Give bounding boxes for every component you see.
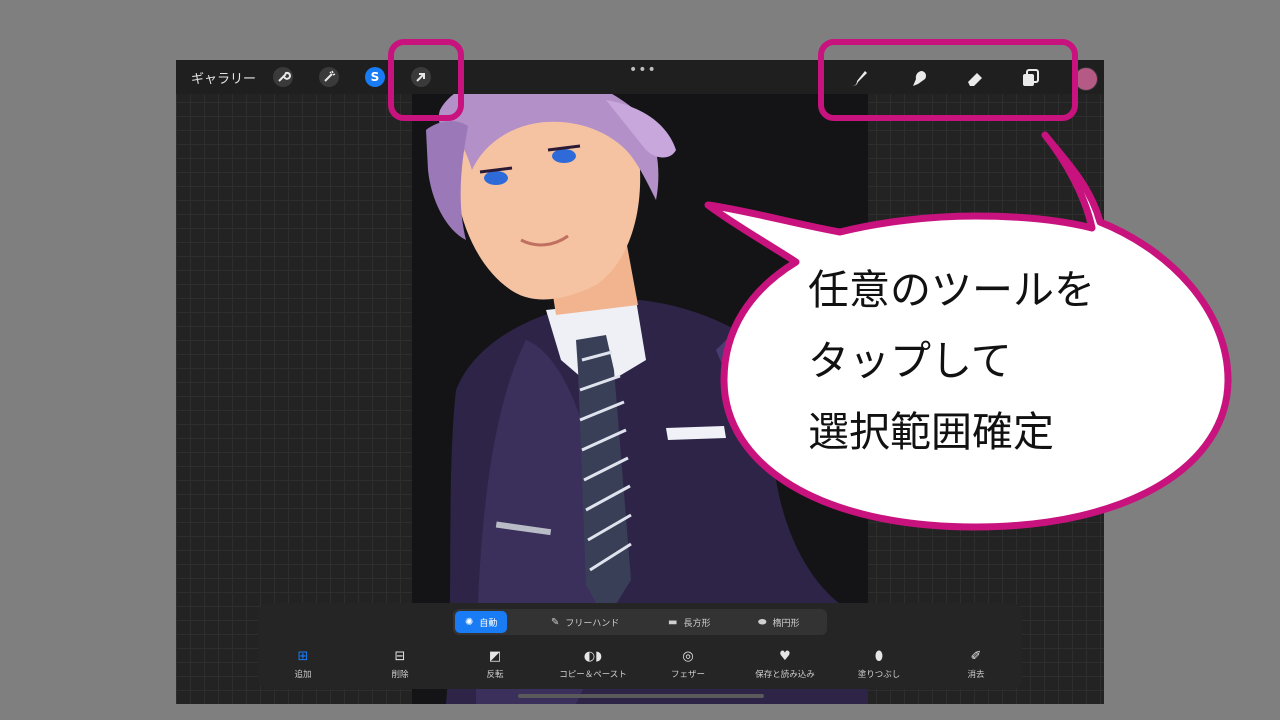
callout-text: 任意のツールを タップして 選択範囲確定 xyxy=(808,255,1168,468)
callout-line-2: タップして xyxy=(808,337,1012,385)
callout-line-1: 任意のツールを xyxy=(808,266,1095,314)
callout-line-3: 選択範囲確定 xyxy=(808,408,1054,456)
